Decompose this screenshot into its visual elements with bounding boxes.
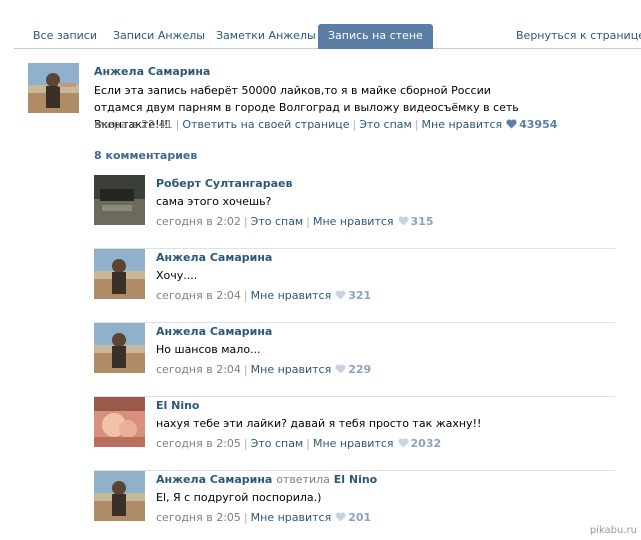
tab-angela-notes[interactable]: Заметки Анжелы <box>206 24 326 48</box>
reply-to-name[interactable]: El Nino <box>334 473 377 486</box>
comment-text: сама этого хочешь? <box>156 195 272 208</box>
like-link[interactable]: Мне нравится <box>251 511 332 524</box>
like-link[interactable]: Мне нравится <box>251 289 332 302</box>
comment-meta: сегодня в 2:05 | Мне нравится 201 <box>156 511 372 524</box>
comment-text: El, Я с подругой поспорила.) <box>156 491 322 504</box>
avatar[interactable] <box>94 175 145 225</box>
comment-item: El Nino нахуя тебе эти лайки? давай я те… <box>94 397 615 471</box>
avatar[interactable] <box>94 249 145 299</box>
tab-all-posts[interactable]: Все записи <box>23 24 107 48</box>
comment-text: Хочу.... <box>156 269 198 282</box>
avatar[interactable] <box>94 397 145 447</box>
comment-author[interactable]: Анжела Самарина <box>156 251 272 264</box>
reply-on-own-page-link[interactable]: Ответить на своей странице <box>182 118 349 131</box>
comment-item: Анжела Самарина Но шансов мало... сегодн… <box>94 323 615 397</box>
post-time[interactable]: вчера в 22:41 <box>94 118 173 131</box>
comment-time[interactable]: сегодня в 2:02 <box>156 215 241 228</box>
comment-meta: сегодня в 2:05 | Это спам | Мне нравится 2032 <box>156 437 442 450</box>
comment-item: Роберт Султангараев сама этого хочешь? с… <box>94 175 615 249</box>
comment-author: Анжела Самарина ответила El Nino <box>156 473 377 486</box>
comment-item: Анжела Самарина Хочу.... сегодня в 2:04 |… <box>94 249 615 323</box>
like-count: 321 <box>348 289 372 302</box>
tab-angela-posts[interactable]: Записи Анжелы <box>103 24 215 48</box>
comment-item: Анжела Самарина ответила El Nino El, Я с… <box>94 471 615 540</box>
spam-link[interactable]: Это спам <box>251 215 304 228</box>
avatar[interactable] <box>94 323 145 373</box>
comment-time[interactable]: сегодня в 2:05 <box>156 511 241 524</box>
spam-link[interactable]: Это спам <box>251 437 304 450</box>
comment-text: нахуя тебе эти лайки? давай я тебя прост… <box>156 417 482 430</box>
like-count: 201 <box>348 511 372 524</box>
heart-icon[interactable] <box>335 512 346 522</box>
like-link[interactable]: Мне нравится <box>313 437 394 450</box>
tab-wall-post[interactable]: Запись на стене <box>318 24 433 49</box>
post-meta: вчера в 22:41 | Ответить на своей странице… <box>94 118 558 131</box>
avatar[interactable] <box>28 63 79 113</box>
spam-link[interactable]: Это спам <box>359 118 412 131</box>
like-link[interactable]: Мне нравится <box>313 215 394 228</box>
comment-meta: сегодня в 2:02 | Это спам | Мне нравится 315 <box>156 215 434 228</box>
like-count: 2032 <box>410 437 442 450</box>
wall-tabs: Все записи Записи Анжелы Заметки Анжелы … <box>14 24 641 49</box>
heart-icon[interactable] <box>397 216 409 226</box>
like-link[interactable]: Мне нравится <box>422 118 503 131</box>
back-to-page-link[interactable]: Вернуться к странице <box>506 24 641 48</box>
avatar[interactable] <box>94 471 145 521</box>
heart-icon[interactable] <box>506 119 517 129</box>
watermark: pikabu.ru <box>589 525 637 536</box>
like-count: 43954 <box>519 118 558 131</box>
comment-author[interactable]: Роберт Султангараев <box>156 177 292 190</box>
comment-meta: сегодня в 2:04 | Мне нравится 229 <box>156 363 372 376</box>
comment-author-name[interactable]: Анжела Самарина <box>156 473 272 486</box>
comment-meta: сегодня в 2:04 | Мне нравится 321 <box>156 289 372 302</box>
comment-time[interactable]: сегодня в 2:04 <box>156 363 241 376</box>
like-link[interactable]: Мне нравится <box>251 363 332 376</box>
like-count: 229 <box>348 363 372 376</box>
comment-author[interactable]: El Nino <box>156 399 199 412</box>
heart-icon[interactable] <box>335 364 346 374</box>
reply-word: ответила <box>276 473 330 486</box>
comment-time[interactable]: сегодня в 2:04 <box>156 289 241 302</box>
comment-author[interactable]: Анжела Самарина <box>156 325 272 338</box>
like-count: 315 <box>410 215 434 228</box>
heart-icon[interactable] <box>397 438 409 448</box>
comment-text: Но шансов мало... <box>156 343 261 356</box>
heart-icon[interactable] <box>335 290 346 300</box>
comments-count[interactable]: 8 комментариев <box>94 149 197 162</box>
comment-time[interactable]: сегодня в 2:05 <box>156 437 241 450</box>
post-author[interactable]: Анжела Самарина <box>94 65 210 78</box>
